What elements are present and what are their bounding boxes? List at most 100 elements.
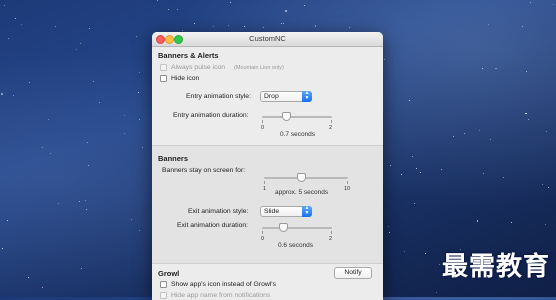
- entry-duration-tick-max: [331, 120, 332, 123]
- star: [86, 142, 88, 144]
- star: [13, 95, 15, 97]
- star: [529, 2, 531, 4]
- star: [142, 146, 144, 148]
- star: [528, 119, 530, 121]
- star: [28, 82, 30, 84]
- star: [42, 147, 44, 149]
- star: [489, 138, 491, 140]
- updown-chevron-icon: ▲ ▼: [302, 91, 312, 102]
- star: [545, 224, 547, 226]
- exit-duration-max-label: 2: [329, 236, 333, 242]
- star: [139, 230, 141, 232]
- stay-on-screen-track: [264, 177, 348, 179]
- star: [87, 165, 89, 167]
- star: [409, 99, 411, 101]
- star: [546, 131, 548, 133]
- star: [413, 202, 415, 204]
- star: [47, 118, 49, 120]
- exit-duration-slider-thumb[interactable]: [278, 223, 288, 232]
- star: [389, 164, 391, 166]
- star: [389, 232, 391, 234]
- star: [401, 173, 403, 175]
- always-pulse-label: Always pulse icon: [171, 63, 226, 71]
- star: [138, 71, 140, 73]
- growl-section: Growl Notify Show app's icon instead of …: [152, 263, 383, 300]
- entry-duration-value: 0.7 seconds: [280, 131, 316, 138]
- star: [124, 132, 126, 134]
- banners-alerts-section: Banners & Alerts Always pulse icon (Moun…: [152, 47, 383, 144]
- star: [135, 36, 137, 37]
- star: [85, 208, 87, 210]
- stay-on-screen-value: approx. 5 seconds: [275, 189, 329, 196]
- star: [440, 169, 442, 170]
- updown-chevron-icon: ▲ ▼: [302, 206, 312, 217]
- stay-tick-max: [347, 181, 348, 184]
- exit-duration-label: Exit animation duration:: [177, 222, 249, 229]
- watermark-logo: 最需教育: [441, 252, 550, 282]
- star: [181, 30, 183, 32]
- mountain-lion-note: (Mountain Lion only): [234, 65, 284, 71]
- hide-app-name-checkbox[interactable]: [160, 292, 167, 299]
- star: [92, 81, 94, 83]
- star: [416, 168, 418, 170]
- star: [478, 130, 480, 132]
- star: [193, 23, 195, 25]
- entry-style-popup[interactable]: Drop ▲ ▼: [260, 91, 312, 102]
- star: [280, 23, 282, 25]
- star: [157, 0, 159, 1]
- star: [349, 26, 351, 28]
- star: [383, 59, 385, 61]
- star: [452, 135, 454, 137]
- star: [420, 171, 422, 173]
- entry-duration-slider-thumb[interactable]: [282, 112, 291, 121]
- star: [98, 101, 100, 103]
- star: [522, 26, 524, 28]
- star: [85, 199, 87, 201]
- hide-icon-checkbox[interactable]: [160, 75, 167, 82]
- show-app-icon-checkbox[interactable]: [160, 281, 167, 288]
- star: [131, 219, 133, 221]
- titlebar: CustomNC: [152, 32, 383, 47]
- star: [212, 25, 214, 27]
- star: [79, 43, 81, 45]
- stay-on-screen-slider-thumb[interactable]: [296, 173, 306, 182]
- entry-style-value: Drop: [264, 93, 279, 100]
- always-pulse-checkbox[interactable]: [160, 64, 167, 71]
- window-title: CustomNC: [249, 34, 286, 43]
- exit-duration-tick-max: [331, 231, 332, 234]
- star: [20, 24, 22, 26]
- exit-style-popup[interactable]: Slide ▲ ▼: [260, 206, 312, 217]
- star: [15, 17, 17, 19]
- star: [81, 268, 83, 270]
- star: [262, 27, 264, 29]
- exit-duration-track: [262, 227, 332, 229]
- growl-heading: Growl: [158, 269, 180, 278]
- star: [89, 27, 91, 29]
- star: [436, 292, 438, 294]
- exit-duration-value: 0.6 seconds: [278, 242, 314, 249]
- entry-duration-label: Entry animation duration:: [173, 112, 249, 119]
- star: [548, 187, 550, 189]
- banners-heading: Banners: [158, 154, 189, 163]
- exit-duration-tick-min: [262, 231, 263, 234]
- star: [464, 132, 466, 134]
- star: [388, 225, 390, 227]
- star: [483, 173, 485, 175]
- hide-app-name-label: Hide app name from notifications: [171, 291, 271, 299]
- notify-button[interactable]: Notify: [334, 267, 372, 279]
- star: [123, 115, 125, 117]
- hide-icon-label: Hide icon: [171, 74, 200, 82]
- star: [424, 253, 426, 255]
- star: [244, 26, 246, 28]
- banners-alerts-heading: Banners & Alerts: [158, 51, 219, 60]
- star: [75, 48, 77, 50]
- star: [314, 25, 317, 27]
- exit-style-value: Slide: [264, 208, 280, 215]
- star: [50, 153, 52, 155]
- star: [177, 8, 179, 10]
- star: [55, 26, 57, 28]
- star: [138, 118, 140, 120]
- star: [58, 202, 60, 204]
- exit-duration-min-label: 0: [261, 236, 265, 242]
- star: [553, 4, 555, 6]
